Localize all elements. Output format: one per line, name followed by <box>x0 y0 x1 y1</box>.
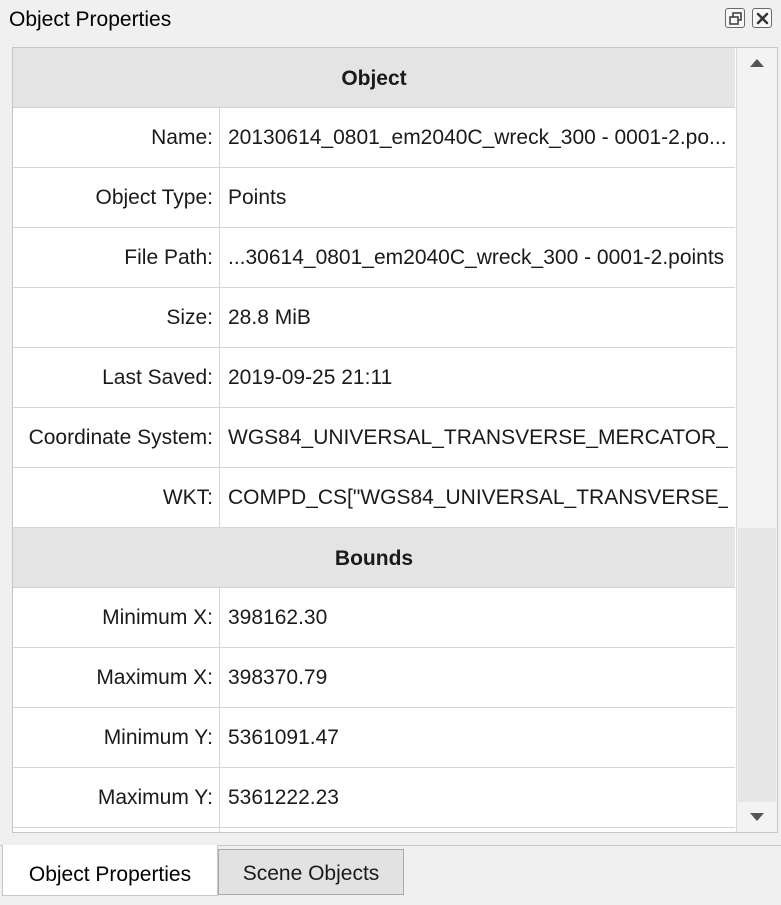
property-value[interactable]: 20130614_0801_em2040C_wreck_300 - 0001-2… <box>228 108 728 167</box>
property-label: Last Saved: <box>13 348 220 407</box>
float-icon <box>729 12 742 25</box>
property-label: Object Type: <box>13 168 220 227</box>
close-icon <box>756 12 769 25</box>
property-value[interactable]: 398162.30 <box>228 588 728 647</box>
property-row-last-saved[interactable]: Last Saved: 2019-09-25 21:11 <box>13 348 735 408</box>
property-row-wkt[interactable]: WKT: COMPD_CS["WGS84_UNIVERSAL_TRANSVERS… <box>13 468 735 528</box>
property-label: Name: <box>13 108 220 167</box>
property-value[interactable]: Points <box>228 168 728 227</box>
chevron-down-icon <box>750 813 764 821</box>
property-label: Maximum Y: <box>13 768 220 827</box>
property-row-object-type[interactable]: Object Type: Points <box>13 168 735 228</box>
scroll-down-button[interactable] <box>737 802 777 832</box>
property-value[interactable]: ...30614_0801_em2040C_wreck_300 - 0001-2… <box>228 228 728 287</box>
object-properties-panel: Object Properties Object Name: 20130614_… <box>0 0 781 896</box>
dock-tab-bar: Object Properties Scene Objects <box>0 845 781 896</box>
properties-table: Object Name: 20130614_0801_em2040C_wreck… <box>13 48 735 832</box>
property-row-coordinate-system[interactable]: Coordinate System: WGS84_UNIVERSAL_TRANS… <box>13 408 735 468</box>
vertical-scrollbar[interactable] <box>736 48 777 832</box>
panel-titlebar: Object Properties <box>0 0 781 40</box>
tab-object-properties[interactable]: Object Properties <box>2 845 218 896</box>
section-header-label: Object <box>341 67 407 90</box>
chevron-up-icon <box>750 59 764 67</box>
property-row-file-path[interactable]: File Path: ...30614_0801_em2040C_wreck_3… <box>13 228 735 288</box>
property-value[interactable]: 5361222.23 <box>228 768 728 827</box>
property-row-size[interactable]: Size: 28.8 MiB <box>13 288 735 348</box>
property-row-partial <box>13 828 735 832</box>
close-button[interactable] <box>752 8 772 28</box>
property-label: Minimum Y: <box>13 708 220 767</box>
property-label: Minimum X: <box>13 588 220 647</box>
properties-table-frame: Object Name: 20130614_0801_em2040C_wreck… <box>12 47 778 833</box>
property-row-maximum-y[interactable]: Maximum Y: 5361222.23 <box>13 768 735 828</box>
float-button[interactable] <box>725 8 745 28</box>
property-value[interactable]: 28.8 MiB <box>228 288 728 347</box>
property-label <box>13 828 220 832</box>
tab-scene-objects[interactable]: Scene Objects <box>218 849 404 895</box>
property-value[interactable]: 398370.79 <box>228 648 728 707</box>
property-label: Maximum X: <box>13 648 220 707</box>
property-row-minimum-x[interactable]: Minimum X: 398162.30 <box>13 588 735 648</box>
property-row-maximum-x[interactable]: Maximum X: 398370.79 <box>13 648 735 708</box>
property-value[interactable]: 2019-09-25 21:11 <box>228 348 728 407</box>
property-row-minimum-y[interactable]: Minimum Y: 5361091.47 <box>13 708 735 768</box>
property-value[interactable]: WGS84_UNIVERSAL_TRANSVERSE_MERCATOR_(N..… <box>228 408 728 467</box>
section-header-label: Bounds <box>334 547 414 570</box>
section-header-bounds: Bounds <box>13 528 735 588</box>
property-row-name[interactable]: Name: 20130614_0801_em2040C_wreck_300 - … <box>13 108 735 168</box>
property-label: File Path: <box>13 228 220 287</box>
panel-title: Object Properties <box>9 8 172 31</box>
property-label: WKT: <box>13 468 220 527</box>
property-value[interactable]: 5361091.47 <box>228 708 728 767</box>
scrollbar-track[interactable] <box>738 528 776 802</box>
property-label: Coordinate System: <box>13 408 220 467</box>
scrollbar-thumb[interactable] <box>738 78 776 528</box>
property-label: Size: <box>13 288 220 347</box>
section-header-object: Object <box>13 48 735 108</box>
scroll-up-button[interactable] <box>737 48 777 78</box>
property-value[interactable]: COMPD_CS["WGS84_UNIVERSAL_TRANSVERSE_... <box>228 468 728 527</box>
